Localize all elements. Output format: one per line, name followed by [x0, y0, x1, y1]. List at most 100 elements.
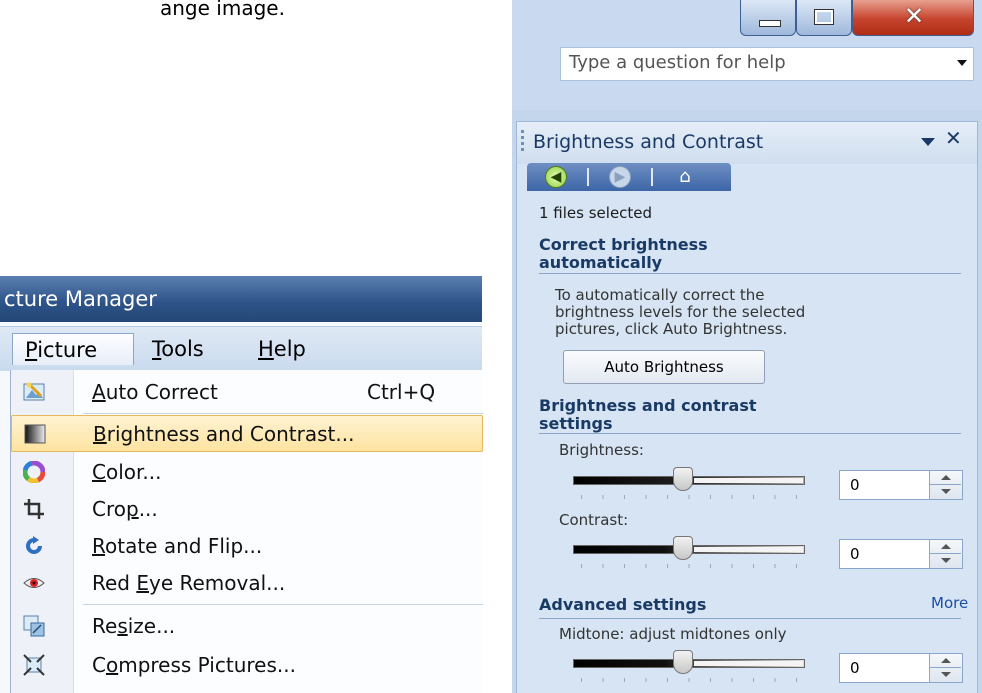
slider-thumb[interactable] — [673, 536, 693, 560]
menu-item-auto-correct[interactable]: Auto Correct Ctrl+Q — [11, 374, 483, 411]
label-post: mpress Pictures... — [118, 653, 296, 677]
contrast-label: Contrast: — [559, 511, 629, 529]
back-arrow-icon[interactable]: ◀ — [545, 166, 567, 188]
spin-divider — [930, 484, 961, 485]
pane-menu-arrow-icon[interactable] — [921, 138, 935, 146]
spin-buttons[interactable] — [929, 654, 962, 682]
spin-buttons[interactable] — [929, 540, 962, 568]
menu-picture[interactable]: Picture — [12, 333, 134, 365]
desc-line: brightness levels for the selected — [555, 303, 806, 321]
menu-item-red-eye[interactable]: Red Eye Removal... — [11, 565, 483, 602]
resize-icon — [23, 615, 45, 637]
spin-up-icon[interactable] — [941, 475, 951, 480]
menu-item-resize[interactable]: Resize... — [11, 608, 483, 645]
label-post: otate and Flip... — [105, 534, 263, 558]
slider-track-fill — [694, 661, 803, 666]
compress-pictures-icon — [23, 654, 45, 676]
red-eye-icon — [23, 578, 45, 588]
heading-line: settings — [539, 414, 613, 433]
minimize-icon — [759, 20, 781, 27]
spin-up-icon[interactable] — [941, 544, 951, 549]
midtone-spinbox[interactable]: 0 — [839, 653, 963, 683]
heading-line: Brightness and contrast — [539, 396, 757, 415]
section-divider — [539, 433, 961, 434]
minimize-button[interactable] — [740, 0, 796, 36]
menu-picture-rest: icture — [37, 338, 98, 362]
maximize-icon — [814, 9, 834, 25]
close-icon: ✕ — [903, 2, 925, 30]
menu-item-rotate-flip[interactable]: Rotate and Flip... — [11, 528, 483, 565]
menu-item-compress-pictures[interactable]: Compress Pictures... — [11, 647, 483, 684]
menubar: Picture Tools Help — [0, 326, 482, 371]
slider-thumb[interactable] — [673, 650, 693, 674]
auto-brightness-button[interactable]: Auto Brightness — [563, 350, 765, 384]
label-post: uto Correct — [105, 380, 218, 404]
brightness-spinbox[interactable]: 0 — [839, 470, 963, 500]
home-icon[interactable]: ⌂ — [673, 166, 697, 188]
label-mnemonic: A — [92, 380, 106, 404]
forward-arrow-icon[interactable]: ▶ — [609, 166, 631, 188]
label-mnemonic: s — [117, 614, 128, 638]
slider-ticks — [581, 495, 797, 499]
window-chrome: ✕ Type a question for help — [512, 0, 982, 110]
maximize-button[interactable] — [796, 0, 852, 36]
color-wheel-icon — [23, 461, 45, 483]
label-post: ize... — [127, 614, 176, 638]
spin-down-icon[interactable] — [941, 558, 951, 563]
menu-help[interactable]: Help — [258, 333, 306, 365]
menu-separator — [83, 413, 483, 414]
pane-close-icon[interactable]: ✕ — [945, 126, 962, 150]
brightness-label: Brightness: — [559, 441, 644, 459]
label-post: ... — [138, 497, 158, 521]
menu-item-label: Brightness and Contrast... — [93, 416, 354, 453]
close-button[interactable]: ✕ — [852, 0, 974, 36]
menu-item-label: Resize... — [92, 608, 175, 645]
spin-value: 0 — [850, 476, 860, 494]
brightness-contrast-icon — [24, 424, 46, 444]
menu-tools[interactable]: Tools — [152, 333, 204, 365]
label-mnemonic: p — [125, 497, 139, 521]
contrast-spinbox[interactable]: 0 — [839, 539, 963, 569]
label-pre: C — [92, 653, 106, 677]
section-heading-advanced: Advanced settings — [539, 595, 707, 614]
more-link[interactable]: More — [931, 594, 968, 612]
auto-description: To automatically correct the brightness … — [555, 287, 805, 338]
heading-line: automatically — [539, 253, 663, 272]
spin-up-icon[interactable] — [941, 658, 951, 663]
contrast-slider[interactable] — [573, 536, 805, 570]
help-search-box[interactable]: Type a question for help — [560, 47, 974, 81]
crop-icon — [24, 499, 44, 519]
midtone-slider[interactable] — [573, 650, 805, 684]
app-title-bar: cture Manager — [0, 276, 482, 322]
pane-header: Brightness and Contrast ✕ — [517, 122, 977, 164]
menu-item-brightness-contrast[interactable]: Brightness and Contrast... — [11, 415, 483, 452]
spin-down-icon[interactable] — [941, 489, 951, 494]
menu-item-crop[interactable]: Crop... — [11, 491, 483, 528]
desc-line: pictures, click Auto Brightness. — [555, 320, 788, 338]
dropdown-arrow-icon[interactable] — [957, 60, 967, 66]
spin-value: 0 — [850, 659, 860, 677]
spin-down-icon[interactable] — [941, 672, 951, 677]
label-pre: Re — [92, 614, 118, 638]
midtone-label: Midtone: adjust midtones only — [559, 625, 787, 643]
section-divider — [539, 618, 961, 619]
menu-item-label: Crop... — [92, 491, 158, 528]
menu-item-label: Compress Pictures... — [92, 647, 296, 684]
label-mnemonic: o — [105, 653, 119, 677]
section-heading-auto: Correct brightness automatically — [539, 236, 708, 272]
slider-ticks — [581, 678, 797, 682]
brightness-slider[interactable] — [573, 467, 805, 501]
rotate-flip-icon — [26, 536, 42, 554]
spin-divider — [930, 667, 961, 668]
menu-item-label: Color... — [92, 454, 161, 491]
grip-icon[interactable] — [521, 130, 524, 152]
picture-manager-menu-area: cture Manager Picture Tools Help Auto Co… — [0, 276, 483, 693]
spin-buttons[interactable] — [929, 471, 962, 499]
menu-item-color[interactable]: Color... — [11, 454, 483, 491]
menu-item-label: Red Eye Removal... — [92, 565, 285, 602]
background-text: ange image. — [160, 0, 285, 20]
menu-help-mnemonic: H — [258, 337, 274, 361]
slider-thumb[interactable] — [673, 467, 693, 491]
spin-value: 0 — [850, 545, 860, 563]
menu-picture-mnemonic: P — [25, 338, 38, 362]
